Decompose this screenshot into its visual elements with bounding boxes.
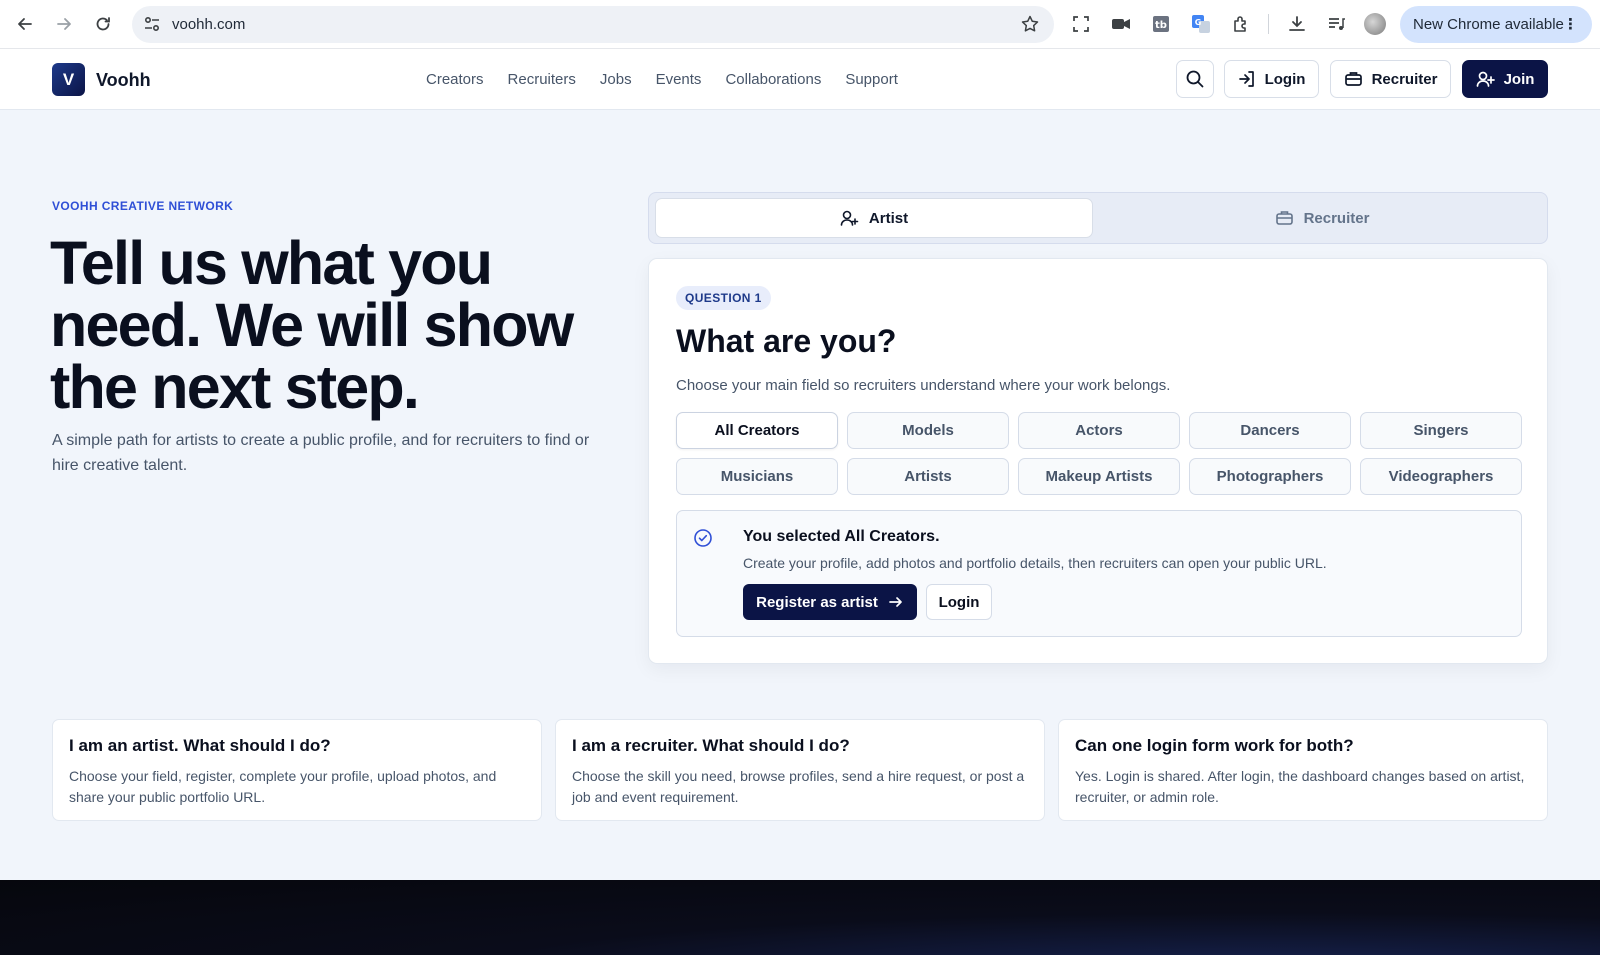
role-toggle: Artist Recruiter [648,192,1548,244]
tab-recruiter-label: Recruiter [1303,209,1370,227]
translate-extension-icon[interactable]: G [1188,11,1214,37]
site-settings-icon[interactable] [142,14,162,39]
reload-icon[interactable] [87,8,119,40]
profile-avatar-icon[interactable] [1364,13,1386,35]
chrome-update-button[interactable]: New Chrome available ⋮ [1400,6,1592,43]
screenshot-extension-icon[interactable] [1068,11,1094,37]
svg-text:tb: tb [1155,20,1167,31]
briefcase-icon [1344,72,1362,86]
site-header: V Voohh Creators Recruiters Jobs Events … [0,49,1600,110]
option-photographers[interactable]: Photographers [1189,458,1351,495]
field-options: All Creators Models Actors Dancers Singe… [676,412,1522,495]
option-models[interactable]: Models [847,412,1009,449]
arrow-right-icon [889,597,902,607]
option-makeup-artists[interactable]: Makeup Artists [1018,458,1180,495]
back-icon[interactable] [9,8,41,40]
login-icon [1238,71,1254,87]
nav-creators[interactable]: Creators [426,71,484,88]
browser-toolbar: voohh.com tb G New Chrome available ⋮ [0,0,1600,49]
question-subtitle: Choose your main field so recruiters und… [676,377,1171,394]
extensions-puzzle-icon[interactable] [1228,11,1254,37]
briefcase-icon [1275,211,1293,225]
question-card: QUESTION 1 What are you? Choose your mai… [648,258,1548,664]
selection-summary: You selected All Creators. Create your p… [676,510,1522,637]
option-dancers[interactable]: Dancers [1189,412,1351,449]
question-badge: QUESTION 1 [676,286,771,310]
selection-title: You selected All Creators. [743,528,940,545]
bookmark-star-icon[interactable] [1020,14,1040,39]
option-videographers[interactable]: Videographers [1360,458,1522,495]
hero-title: Tell us what you need. We will show the … [50,229,574,421]
tab-artist[interactable]: Artist [655,198,1093,238]
faq-answer: Yes. Login is shared. After login, the d… [1075,768,1525,805]
hero-subtitle: A simple path for artists to create a pu… [52,432,590,474]
brand-name[interactable]: Voohh [96,70,151,91]
user-plus-icon [1476,71,1495,87]
option-actors[interactable]: Actors [1018,412,1180,449]
url-text: voohh.com [172,16,246,33]
logo-icon[interactable]: V [52,63,85,96]
search-button[interactable] [1176,60,1214,98]
hero-eyebrow: VOOHH CREATIVE NETWORK [52,199,234,213]
tb-extension-icon[interactable]: tb [1148,11,1174,37]
option-singers[interactable]: Singers [1360,412,1522,449]
login-label: Login [1264,70,1306,88]
option-artists[interactable]: Artists [847,458,1009,495]
card-login-button[interactable]: Login [926,584,992,620]
nav-recruiters[interactable]: Recruiters [508,71,576,88]
nav-events[interactable]: Events [656,71,702,88]
media-controls-icon[interactable] [1323,11,1349,37]
faq-answer: Choose the skill you need, browse profil… [572,768,1025,805]
nav-support[interactable]: Support [845,71,898,88]
downloads-icon[interactable] [1284,11,1310,37]
faq-question: I am an artist. What should I do? [69,736,331,755]
question-title: What are you? [676,323,897,359]
main-nav: Creators Recruiters Jobs Events Collabor… [426,71,898,88]
login-button[interactable]: Login [1224,60,1319,98]
tab-artist-label: Artist [868,209,909,227]
check-circle-icon [693,528,713,553]
join-button[interactable]: Join [1462,60,1548,98]
forward-icon[interactable] [48,8,80,40]
selection-description: Create your profile, add photos and port… [743,555,1327,571]
toolbar-divider [1268,14,1269,34]
faq-card-login: Can one login form work for both? Yes. L… [1058,719,1548,821]
video-extension-icon[interactable] [1108,11,1134,37]
faq-question: I am a recruiter. What should I do? [572,736,850,755]
tab-recruiter[interactable]: Recruiter [1103,198,1541,238]
faq-card-recruiter: I am a recruiter. What should I do? Choo… [555,719,1045,821]
nav-jobs[interactable]: Jobs [600,71,632,88]
recruiter-label: Recruiter [1371,70,1438,88]
faq-question: Can one login form work for both? [1075,736,1354,755]
nav-collaborations[interactable]: Collaborations [725,71,821,88]
register-artist-label: Register as artist [756,593,878,611]
more-menu-icon[interactable]: ⋮ [1563,15,1578,33]
svg-text:G: G [1195,18,1202,27]
option-all-creators[interactable]: All Creators [676,412,838,449]
faq-answer: Choose your field, register, complete yo… [69,768,497,805]
search-icon [1186,70,1204,88]
recruiter-button[interactable]: Recruiter [1330,60,1451,98]
chrome-update-label: New Chrome available [1413,16,1564,33]
address-bar[interactable]: voohh.com [132,6,1054,43]
join-label: Join [1503,70,1535,88]
faq-card-artist: I am an artist. What should I do? Choose… [52,719,542,821]
option-musicians[interactable]: Musicians [676,458,838,495]
user-plus-icon [840,210,859,226]
footer-band [0,880,1600,955]
register-artist-button[interactable]: Register as artist [743,584,917,620]
